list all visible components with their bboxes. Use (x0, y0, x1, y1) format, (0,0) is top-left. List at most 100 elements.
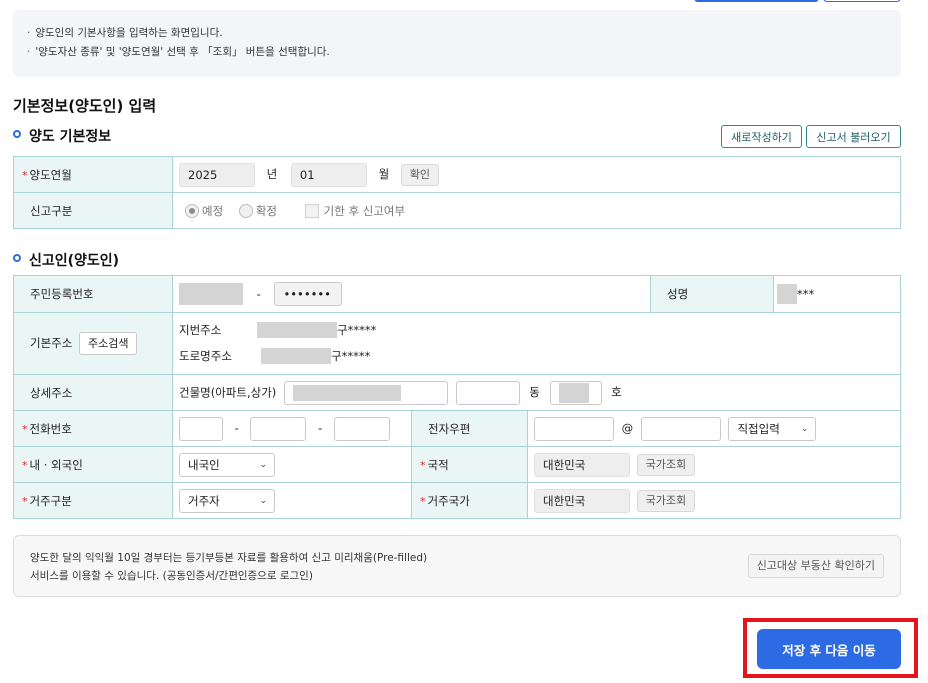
table-row: 주민등록번호 - ••••••• 성명 *** (13, 275, 901, 313)
radio-icon (238, 204, 253, 218)
month-label-cell: * 양도연월 (13, 156, 173, 193)
save-next-button[interactable]: 저장 후 다음 이동 (757, 629, 901, 669)
table-row: 상세주소 건물명(아파트,상가) 동 호 (13, 374, 901, 411)
jibun-address: 구***** (337, 322, 377, 337)
email-domain-select[interactable]: 직접입력 ⌄ (728, 416, 817, 441)
chevron-down-icon: ⌄ (259, 495, 267, 506)
address-search-button[interactable]: 주소검색 (78, 332, 138, 355)
rrn-dash: - (256, 286, 261, 301)
radio-expected[interactable]: 예정 (185, 204, 223, 218)
addr-label: 기본주소 (30, 336, 73, 350)
phone-label: 전화번호 (29, 421, 72, 436)
required-mark: * (22, 422, 28, 436)
phone-input-2[interactable] (250, 416, 307, 441)
circle-bullet-icon (13, 130, 21, 138)
email-value-cell: @ 직접입력 ⌄ (527, 410, 901, 447)
required-mark: * (22, 458, 28, 472)
email-id-input[interactable] (534, 416, 614, 441)
res-country-label: 거주국가 (427, 493, 470, 508)
email-domain-input[interactable] (640, 416, 721, 441)
chevron-down-icon: ⌄ (259, 459, 267, 470)
radio-icon (185, 204, 199, 218)
detail-label: 상세주소 (13, 374, 173, 411)
email-select-value: 직접입력 (737, 421, 780, 436)
road-address: 구***** (331, 348, 371, 363)
ho-unit: 호 (611, 385, 622, 399)
rrn-value-cell: - ••••••• (171, 275, 652, 313)
basic-info-table: * 양도연월 2025 년 01 월 확인 신고구분 예정 확정 기한 후 신고여… (13, 156, 901, 229)
phone-input-1[interactable] (179, 416, 223, 441)
radio-final[interactable]: 확정 (238, 204, 277, 218)
new-write-button[interactable]: 새로작성하기 (721, 125, 802, 148)
name-label: 성명 (651, 276, 775, 312)
month-input[interactable]: 01 (290, 162, 367, 187)
section-title-reporter: 신고인(양도인) (13, 250, 119, 270)
phone-dash-2: - (318, 421, 323, 435)
building-input[interactable] (283, 380, 448, 405)
jibun-label: 지번주소 (179, 322, 222, 337)
email-label: 전자우편 (411, 410, 528, 447)
section-title-basic: 양도 기본정보 (13, 126, 111, 146)
check-property-button[interactable]: 신고대상 부동산 확인하기 (747, 554, 884, 578)
table-row: * 내 · 외국인 내국인 ⌄ * 국적 대한민국 국가조회 (13, 446, 901, 483)
dong-unit: 동 (529, 385, 540, 399)
email-at: @ (621, 421, 634, 435)
checkbox-icon (304, 204, 319, 218)
page-title: 기본정보(양도인) 입력 (13, 97, 157, 115)
ho-input[interactable] (549, 380, 602, 405)
addr-label-cell: 기본주소 주소검색 (13, 312, 173, 375)
phone-dash-1: - (234, 421, 239, 435)
name-masked: *** (797, 287, 815, 301)
building-label: 건물명(아파트,상가) (179, 385, 277, 399)
table-row: * 전화번호 - - 전자우편 @ 직접입력 ⌄ (13, 410, 901, 447)
type-label: 신고구분 (13, 192, 173, 229)
late-report-checkbox[interactable]: 기한 후 신고여부 (304, 204, 405, 218)
table-row: 기본주소 주소검색 지번주소 구***** 도로명주소 구***** (13, 312, 901, 375)
res-country-search-button[interactable]: 국가조회 (636, 489, 696, 512)
year-input[interactable]: 2025 (179, 162, 255, 187)
section-title-basic-text: 양도 기본정보 (29, 129, 112, 145)
info-box: 양도인의 기본사항을 입력하는 화면입니다. '양도자산 종류' 및 '양도연월… (13, 10, 901, 77)
table-row: * 거주구분 거주자 ⌄ * 거주국가 대한민국 국가조회 (13, 482, 901, 519)
required-mark: * (22, 494, 28, 508)
rrn-label: 주민등록번호 (13, 275, 173, 313)
jibun-redacted (257, 321, 337, 338)
info-line-2: '양도자산 종류' 및 '양도연월' 선택 후 「조회」 버튼을 선택합니다. (27, 43, 887, 62)
building-redacted (292, 385, 401, 401)
country-value-cell: 대한민국 국가조회 (527, 446, 901, 483)
road-redacted (261, 347, 331, 364)
rrn-front-redacted (179, 283, 243, 305)
country-input: 대한민국 (534, 452, 630, 477)
res-value-cell: 거주자 ⌄ (172, 482, 412, 519)
month-label: 양도연월 (29, 167, 72, 182)
circle-bullet-icon (13, 254, 21, 262)
top-primary-button-partial[interactable] (694, 0, 819, 2)
month-unit: 월 (378, 167, 390, 181)
required-mark: * (420, 458, 426, 472)
country-label-cell: * 국적 (411, 446, 528, 483)
road-label: 도로명주소 (179, 348, 232, 363)
info-line-1: 양도인의 기본사항을 입력하는 화면입니다. (27, 24, 887, 43)
top-secondary-button-partial[interactable] (823, 0, 901, 2)
phone-value-cell: - - (172, 410, 412, 447)
res-country-value-cell: 대한민국 국가조회 (527, 482, 901, 519)
load-report-button[interactable]: 신고서 불러오기 (806, 125, 901, 148)
confirm-button[interactable]: 확인 (400, 163, 440, 186)
nat-select-value: 내국인 (188, 457, 220, 472)
rrn-back-input[interactable]: ••••••• (274, 282, 343, 306)
name-cell: 성명 *** (650, 275, 901, 313)
year-unit: 년 (266, 167, 278, 181)
residency-select[interactable]: 거주자 ⌄ (179, 488, 275, 513)
table-row: * 양도연월 2025 년 01 월 확인 (13, 156, 901, 193)
detail-value-cell: 건물명(아파트,상가) 동 호 (172, 374, 901, 411)
res-country-input: 대한민국 (534, 488, 630, 513)
res-label-cell: * 거주구분 (13, 482, 173, 519)
addr-value-cell: 지번주소 구***** 도로명주소 구***** (172, 312, 901, 375)
section-title-reporter-text: 신고인(양도인) (29, 253, 120, 269)
country-label: 국적 (427, 457, 449, 472)
dong-input[interactable] (455, 380, 520, 405)
country-search-button[interactable]: 국가조회 (636, 453, 696, 476)
chevron-down-icon: ⌄ (800, 423, 809, 434)
phone-input-3[interactable] (333, 416, 390, 441)
nationality-type-select[interactable]: 내국인 ⌄ (179, 452, 275, 477)
